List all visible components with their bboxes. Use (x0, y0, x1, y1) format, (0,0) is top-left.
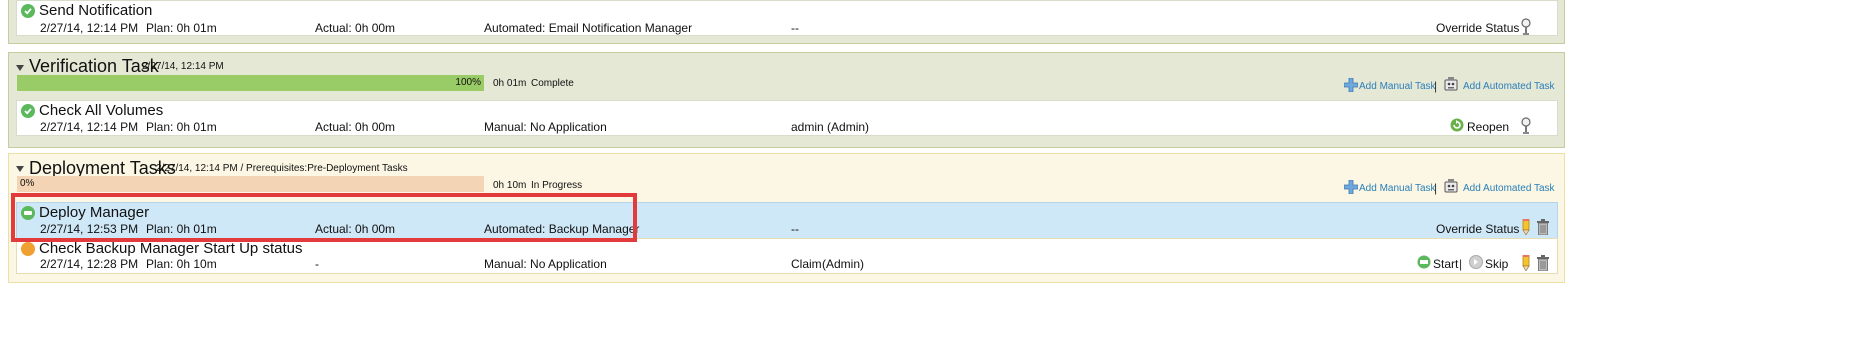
edit-icon[interactable] (1521, 254, 1531, 274)
verification-section: Verification Task 2/27/14, 12:14 PM 100%… (8, 52, 1565, 148)
collapse-arrow-icon[interactable] (16, 61, 24, 75)
reopen-icon[interactable] (1450, 118, 1464, 135)
start-link[interactable]: Start (1433, 257, 1458, 271)
task-name: Check All Volumes (39, 102, 164, 119)
trash-icon[interactable] (1537, 255, 1549, 274)
skip-icon[interactable] (1469, 255, 1483, 272)
plus-icon[interactable] (1343, 179, 1359, 197)
task-owner: -- (791, 222, 799, 236)
task-name: Deploy Manager (39, 204, 150, 221)
robot-icon[interactable] (1443, 178, 1459, 197)
section-date: 2/27/14, 12:14 PM / Prerequisites:Pre-De… (156, 163, 408, 174)
edit-icon[interactable] (1521, 218, 1531, 238)
pin-icon[interactable] (1520, 18, 1532, 39)
pin-icon[interactable] (1520, 117, 1532, 138)
progress-bar: 0% (17, 176, 484, 192)
task-owner: (Admin) (822, 257, 865, 271)
claim-link[interactable]: Claim (791, 257, 822, 271)
check-backup-row[interactable]: Check Backup Manager Start Up status 2/2… (16, 238, 1558, 274)
add-manual-task-link[interactable]: Add Manual Task (1359, 183, 1436, 194)
task-owner: -- (791, 21, 799, 35)
deployment-section: Deployment Tasks 2/27/14, 12:14 PM / Pre… (8, 153, 1565, 283)
override-status-link[interactable]: Override Status (1436, 21, 1519, 35)
progress-time: 0h 01m (493, 78, 527, 89)
task-type: Automated: Backup Manager (484, 222, 640, 236)
section-title: Verification Task (29, 56, 159, 76)
progress-fill (17, 75, 484, 91)
divider: | (1434, 181, 1438, 195)
task-type: Automated: Email Notification Manager (484, 21, 693, 35)
task-plan: Plan: 0h 01m (146, 222, 217, 236)
task-name: Check Backup Manager Start Up status (39, 240, 303, 257)
progress-label: 0% (20, 178, 35, 189)
progress-status: In Progress (531, 180, 583, 191)
check-all-volumes-row[interactable]: Check All Volumes 2/27/14, 12:14 PM Plan… (16, 100, 1558, 136)
robot-icon[interactable] (1443, 76, 1459, 95)
collapse-arrow-icon[interactable] (16, 162, 24, 176)
task-type: Manual: No Application (484, 257, 607, 271)
progress-label: 100% (455, 77, 481, 88)
task-actual: Actual: 0h 00m (315, 120, 396, 134)
task-date: 2/27/14, 12:28 PM (40, 257, 139, 271)
task-plan: Plan: 0h 10m (146, 257, 217, 271)
in-progress-icon (21, 206, 35, 220)
add-automated-task-link[interactable]: Add Automated Task (1463, 81, 1555, 92)
task-date: 2/27/14, 12:53 PM (40, 222, 139, 236)
plus-icon[interactable] (1343, 77, 1359, 95)
progress-bar: 100% (17, 75, 484, 91)
divider: | (1459, 257, 1463, 271)
check-circle-icon (21, 104, 35, 118)
task-actual: - (315, 257, 319, 271)
task-date: 2/27/14, 12:14 PM (40, 120, 139, 134)
add-automated-task-link[interactable]: Add Automated Task (1463, 183, 1555, 194)
divider: | (1434, 79, 1438, 93)
skip-link[interactable]: Skip (1485, 257, 1508, 271)
task-type: Manual: No Application (484, 120, 607, 134)
start-icon[interactable] (1417, 255, 1431, 272)
send-notification-row[interactable]: Send Notification 2/27/14, 12:14 PM Plan… (16, 0, 1558, 36)
task-plan: Plan: 0h 01m (146, 120, 217, 134)
override-status-link[interactable]: Override Status (1436, 222, 1519, 236)
task-actual: Actual: 0h 00m (315, 21, 396, 35)
top-section: Send Notification 2/27/14, 12:14 PM Plan… (8, 0, 1565, 44)
task-date: 2/27/14, 12:14 PM (40, 21, 139, 35)
task-plan: Plan: 0h 01m (146, 21, 217, 35)
reopen-link[interactable]: Reopen (1467, 120, 1509, 134)
section-date: 2/27/14, 12:14 PM (142, 61, 224, 72)
trash-icon[interactable] (1537, 219, 1549, 238)
task-name: Send Notification (39, 2, 153, 19)
warning-icon (21, 242, 35, 256)
task-actual: Actual: 0h 00m (315, 222, 396, 236)
add-manual-task-link[interactable]: Add Manual Task (1359, 81, 1436, 92)
progress-time: 0h 10m (493, 180, 527, 191)
deploy-manager-row[interactable]: Deploy Manager 2/27/14, 12:53 PM Plan: 0… (16, 202, 1558, 239)
check-circle-icon (21, 4, 35, 18)
progress-status: Complete (531, 78, 574, 89)
task-owner: admin (Admin) (791, 120, 870, 134)
